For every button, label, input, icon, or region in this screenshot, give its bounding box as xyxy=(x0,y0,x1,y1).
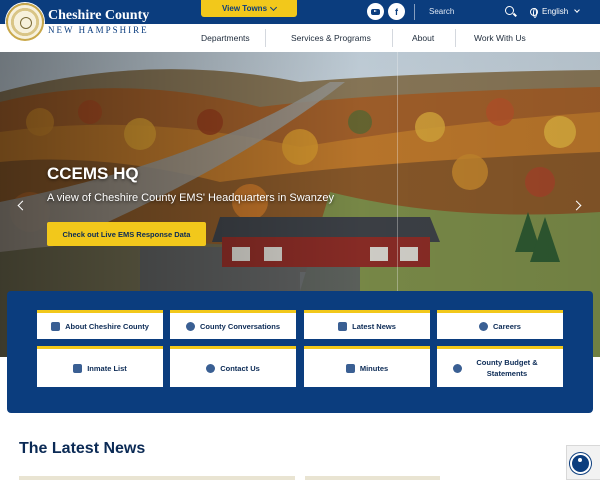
search-input[interactable]: Search xyxy=(429,7,454,16)
quick-link-about[interactable]: About Cheshire County xyxy=(37,310,163,339)
newspaper-icon xyxy=(338,321,348,331)
nav-item-departments[interactable]: Departments xyxy=(201,33,250,43)
globe-icon xyxy=(530,8,538,18)
search-dollar-icon xyxy=(453,363,462,373)
quick-link-label: County Budget & Statements xyxy=(476,358,538,378)
shield-icon xyxy=(51,321,61,331)
nav-divider xyxy=(392,29,393,47)
search-icon[interactable] xyxy=(505,6,514,15)
quick-link-latest-news[interactable]: Latest News xyxy=(304,310,430,339)
quick-link-inmate-list[interactable]: Inmate List xyxy=(37,346,163,387)
brand-subtitle: NEW HAMPSHIRE xyxy=(48,25,149,35)
chevron-down-icon xyxy=(269,3,278,11)
nav-item-about[interactable]: About xyxy=(412,33,434,43)
document-icon xyxy=(345,363,355,373)
topbar-divider xyxy=(414,4,415,20)
youtube-icon xyxy=(371,8,380,15)
latest-news-heading: The Latest News xyxy=(19,440,146,457)
youtube-link[interactable] xyxy=(367,3,384,20)
brand-title[interactable]: Cheshire County xyxy=(48,9,149,23)
quick-link-label: Contact Us xyxy=(220,363,260,373)
news-card[interactable] xyxy=(19,476,295,480)
quick-link-label: County Conversations xyxy=(199,321,280,331)
nav-divider xyxy=(265,29,266,47)
quick-link-label: About Cheshire County xyxy=(65,321,149,331)
quick-link-county-budget[interactable]: County Budget & Statements xyxy=(437,346,563,387)
quick-link-label: Inmate List xyxy=(87,363,127,373)
people-icon xyxy=(479,321,489,331)
quick-link-label: Minutes xyxy=(359,363,389,373)
phone-icon xyxy=(206,363,216,373)
hero-subtitle: A view of Cheshire County EMS' Headquart… xyxy=(47,192,335,204)
quick-link-careers[interactable]: Careers xyxy=(437,310,563,339)
quick-link-label: Careers xyxy=(493,321,521,331)
language-selector[interactable]: English xyxy=(542,7,568,16)
quick-link-minutes[interactable]: Minutes xyxy=(304,346,430,387)
quick-link-contact-us[interactable]: Contact Us xyxy=(170,346,296,387)
facebook-link[interactable]: f xyxy=(388,3,405,20)
facebook-icon: f xyxy=(395,6,398,17)
view-towns-label: View Towns xyxy=(221,4,268,13)
live-ems-data-button[interactable]: Check out Live EMS Response Data xyxy=(47,222,206,246)
county-seal-logo[interactable] xyxy=(6,3,44,41)
nav-item-services-programs[interactable]: Services & Programs xyxy=(291,33,371,43)
quick-links-panel: About Cheshire County County Conversatio… xyxy=(7,291,593,413)
quick-link-county-conversations[interactable]: County Conversations xyxy=(170,310,296,339)
accessibility-icon[interactable] xyxy=(570,453,591,474)
chat-icon xyxy=(185,321,195,331)
quick-link-label: Latest News xyxy=(352,321,396,331)
news-card[interactable] xyxy=(305,476,440,480)
view-towns-button[interactable]: View Towns xyxy=(201,0,297,17)
nav-item-work-with-us[interactable]: Work With Us xyxy=(474,33,526,43)
hero-title: CCEMS HQ xyxy=(47,164,139,183)
nav-divider xyxy=(455,29,456,47)
building-icon xyxy=(73,363,83,373)
